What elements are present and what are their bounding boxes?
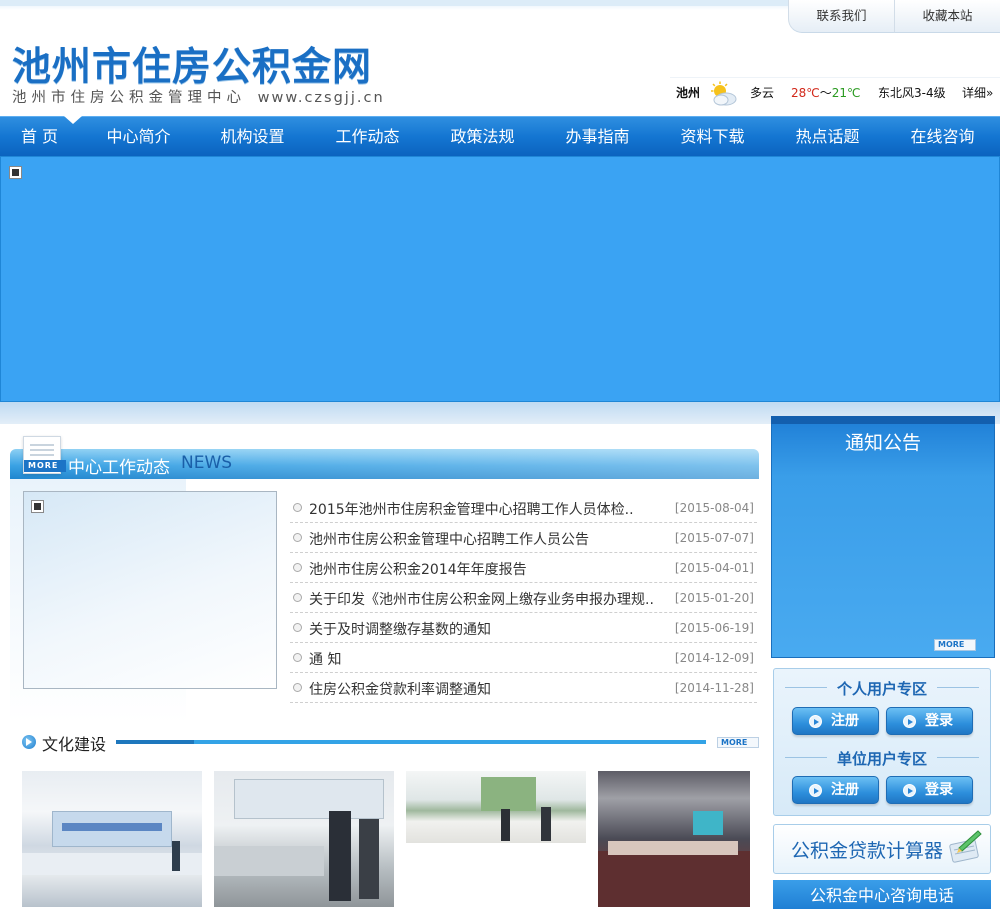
unit-zone-title: 单位用户专区: [836, 750, 927, 768]
culture-photo-conference[interactable]: [598, 771, 750, 907]
news-item-title[interactable]: 关于印发《池州市住房公积金网上缴存业务申报办理规..: [309, 589, 654, 609]
news-section-title: 中心工作动态: [68, 458, 170, 478]
weather-widget: 池州 多云 28℃～21℃ 东北风3-4级 详细»: [670, 77, 1000, 110]
banner: [0, 156, 1000, 402]
broken-image-icon: [31, 500, 44, 513]
news-item-date: [2015-04-01]: [674, 561, 754, 575]
login-label: 登录: [925, 713, 953, 729]
news-item-title[interactable]: 通 知: [309, 649, 341, 669]
register-label: 注册: [831, 782, 859, 798]
culture-photo-service-hall[interactable]: [22, 771, 202, 907]
news-item-date: [2014-11-28]: [674, 681, 754, 695]
site-subtitle: 池州市住房公积金管理中心 www.czsgjj.cn: [12, 86, 385, 107]
news-item-date: [2015-06-19]: [674, 621, 754, 635]
contact-us-link[interactable]: 联系我们: [788, 0, 894, 33]
news-item-title[interactable]: 池州市住房公积金管理中心招聘工作人员公告: [309, 529, 589, 549]
bullet-icon: [293, 593, 302, 602]
loan-calculator-label: 公积金贷款计算器: [791, 840, 944, 862]
culture-photo-counter-visit[interactable]: [214, 771, 394, 907]
news-list: 2015年池州市住房积金管理中心招聘工作人员体检.. [2015-08-04] …: [290, 493, 757, 703]
news-item-date: [2015-08-04]: [674, 501, 754, 515]
main-nav: 首 页 中心简介 机构设置 工作动态 政策法规 办事指南 资料下载 热点话题 在…: [0, 116, 1000, 156]
arrow-circle-icon: [22, 735, 36, 749]
culture-section-title: 文化建设: [42, 735, 107, 754]
news-item-date: [2014-12-09]: [674, 651, 754, 665]
hotline-banner: 公积金中心咨询电话: [773, 880, 991, 909]
notice-panel-top: [771, 416, 995, 424]
bullet-icon: [293, 683, 302, 692]
notice-more-button[interactable]: MORE: [934, 639, 976, 651]
temp-high: 28℃: [791, 86, 820, 100]
personal-zone-title: 个人用户专区: [836, 680, 927, 698]
culture-more-button[interactable]: MORE: [717, 737, 759, 748]
personal-register-button[interactable]: 注册: [792, 707, 879, 735]
news-item-date: [2015-07-07]: [674, 531, 754, 545]
nav-item-about[interactable]: 中心简介: [81, 117, 196, 156]
news-item[interactable]: 池州市住房公积金2014年年度报告 [2015-04-01]: [290, 553, 757, 583]
news-item-title[interactable]: 池州市住房公积金2014年年度报告: [309, 559, 527, 579]
site-url: www.czsgjj.cn: [257, 90, 385, 106]
news-item-date: [2015-01-20]: [674, 591, 754, 605]
bullet-icon: [293, 503, 302, 512]
arrow-circle-icon: [809, 784, 822, 797]
weather-wind: 东北风3-4级: [878, 86, 946, 100]
nav-active-caret: [64, 116, 82, 124]
nav-item-organization[interactable]: 机构设置: [195, 117, 310, 156]
bullet-icon: [293, 563, 302, 572]
bullet-icon: [293, 653, 302, 662]
news-item[interactable]: 通 知 [2014-12-09]: [290, 643, 757, 673]
weather-condition: 多云: [750, 86, 775, 100]
news-more-button[interactable]: MORE: [24, 460, 66, 472]
bullet-icon: [293, 533, 302, 542]
temp-low: 21℃: [831, 86, 861, 100]
news-item[interactable]: 池州市住房公积金管理中心招聘工作人员公告 [2015-07-07]: [290, 523, 757, 553]
news-photo[interactable]: [23, 491, 277, 689]
calculator-pen-icon: [945, 828, 983, 864]
nav-item-hot-topics[interactable]: 热点话题: [770, 117, 885, 156]
news-item-title[interactable]: 2015年池州市住房积金管理中心招聘工作人员体检..: [309, 499, 634, 519]
news-item[interactable]: 关于印发《池州市住房公积金网上缴存业务申报办理规.. [2015-01-20]: [290, 583, 757, 613]
site-subtitle-text: 池州市住房公积金管理中心: [12, 90, 246, 106]
news-item-title[interactable]: 住房公积金贷款利率调整通知: [309, 679, 491, 699]
weather-detail-link[interactable]: 详细»: [962, 78, 993, 108]
weather-temperature: 28℃～21℃: [791, 78, 861, 108]
top-links: 联系我们 收藏本站: [788, 0, 1000, 34]
culture-photo-office-meeting[interactable]: [406, 771, 586, 843]
broken-image-icon: [9, 166, 22, 179]
nav-item-online-consult[interactable]: 在线咨询: [885, 117, 1000, 156]
nav-item-downloads[interactable]: 资料下载: [655, 117, 770, 156]
arrow-circle-icon: [903, 715, 916, 728]
culture-divider-accent: [116, 740, 194, 744]
weather-city: 池州: [676, 86, 701, 100]
news-item[interactable]: 2015年池州市住房积金管理中心招聘工作人员体检.. [2015-08-04]: [290, 493, 757, 523]
header: 池州市住房公积金网 池州市住房公积金管理中心 www.czsgjj.cn 联系我…: [0, 0, 1000, 116]
temp-separator: ～: [819, 86, 832, 100]
bullet-icon: [293, 623, 302, 632]
site-title[interactable]: 池州市住房公积金网: [12, 36, 372, 92]
news-item-title[interactable]: 关于及时调整缴存基数的通知: [309, 619, 491, 639]
personal-login-button[interactable]: 登录: [886, 707, 973, 735]
register-label: 注册: [831, 713, 859, 729]
nav-item-work-news[interactable]: 工作动态: [310, 117, 425, 156]
nav-item-policies[interactable]: 政策法规: [425, 117, 540, 156]
arrow-circle-icon: [809, 715, 822, 728]
partly-cloudy-icon: [708, 81, 738, 107]
arrow-circle-icon: [903, 784, 916, 797]
news-item[interactable]: 关于及时调整缴存基数的通知 [2015-06-19]: [290, 613, 757, 643]
unit-register-button[interactable]: 注册: [792, 776, 879, 804]
add-favorite-link[interactable]: 收藏本站: [894, 0, 1000, 33]
notice-title: 通知公告: [844, 432, 921, 454]
news-item[interactable]: 住房公积金贷款利率调整通知 [2014-11-28]: [290, 673, 757, 703]
culture-divider: [116, 740, 706, 744]
unit-login-button[interactable]: 登录: [886, 776, 973, 804]
login-label: 登录: [925, 782, 953, 798]
news-section-title-en: NEWS: [181, 453, 233, 473]
nav-item-guide[interactable]: 办事指南: [540, 117, 655, 156]
